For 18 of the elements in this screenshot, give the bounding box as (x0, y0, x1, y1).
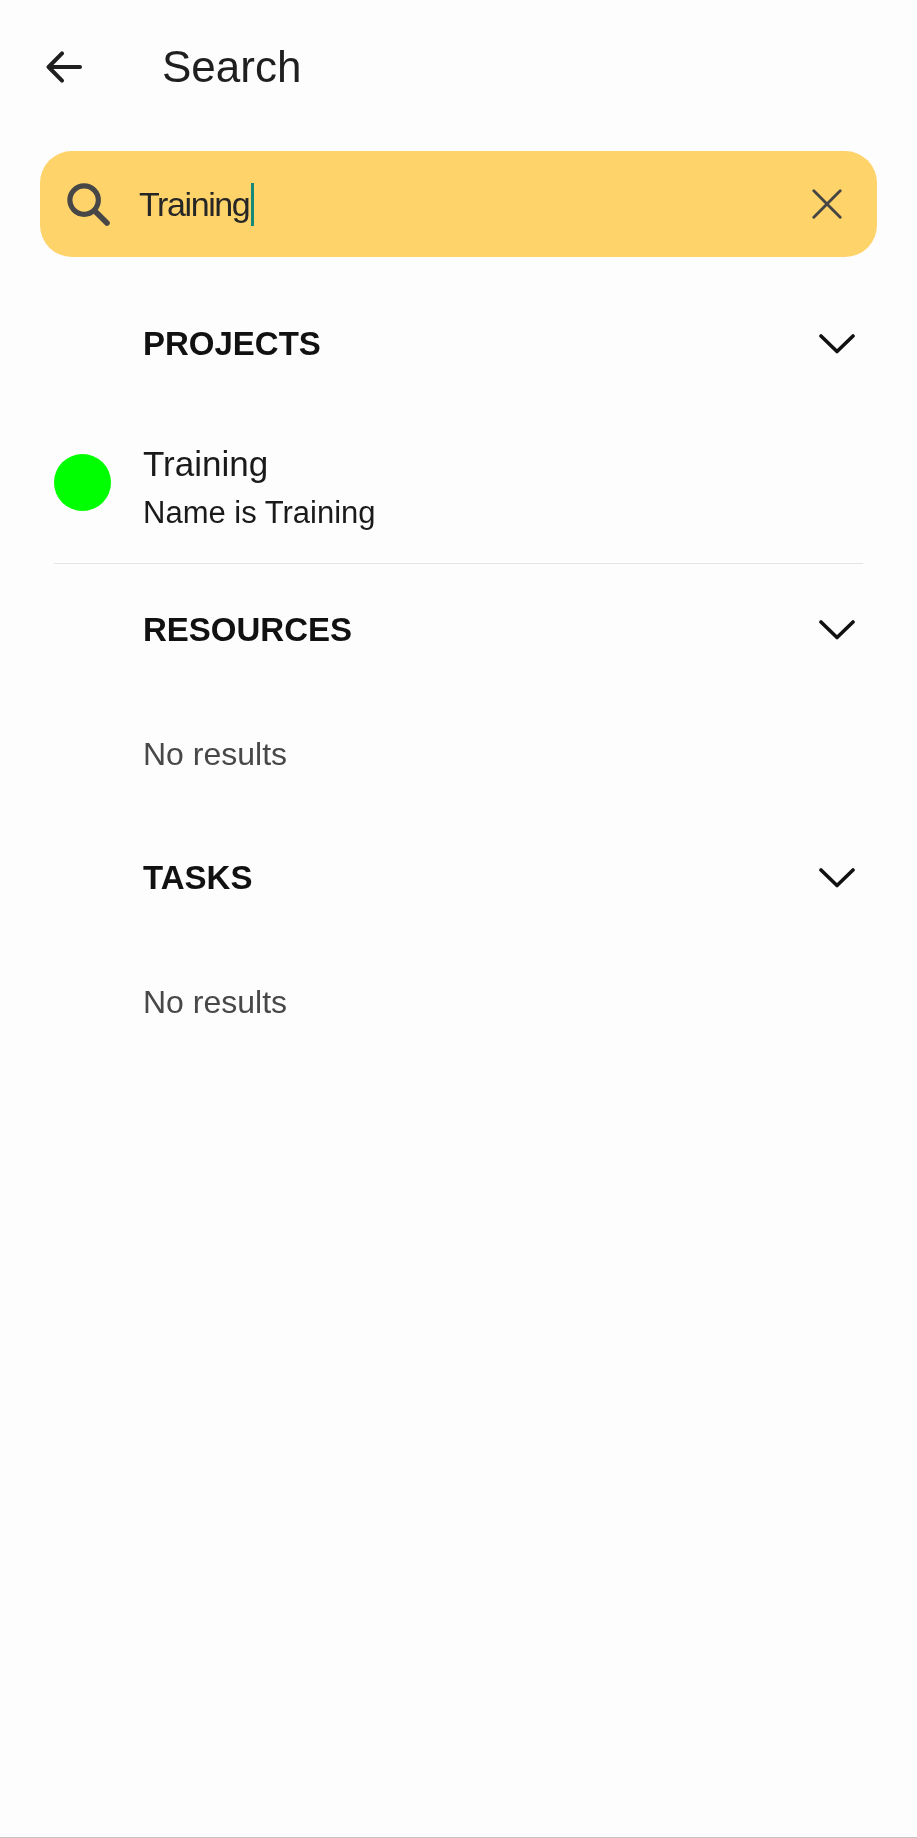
search-field[interactable]: Training (40, 151, 877, 257)
close-icon (812, 189, 842, 219)
empty-message: No results (143, 735, 288, 773)
section-title: TASKS (143, 859, 253, 897)
search-icon (66, 182, 110, 226)
result-detail: Name is Training (143, 494, 376, 532)
back-arrow-icon (46, 51, 82, 83)
section-title: PROJECTS (143, 325, 321, 363)
clear-button[interactable] (812, 189, 842, 219)
section-title: RESOURCES (143, 611, 353, 649)
page-title: Search (162, 41, 302, 93)
empty-message: No results (143, 983, 288, 1021)
result-title: Training (143, 443, 270, 485)
back-button[interactable] (46, 51, 82, 83)
chevron-down-icon[interactable] (819, 868, 855, 888)
chevron-down-icon[interactable] (819, 334, 855, 354)
chevron-down-icon[interactable] (819, 620, 855, 640)
search-result-item[interactable]: Training Name is Training (54, 394, 863, 564)
